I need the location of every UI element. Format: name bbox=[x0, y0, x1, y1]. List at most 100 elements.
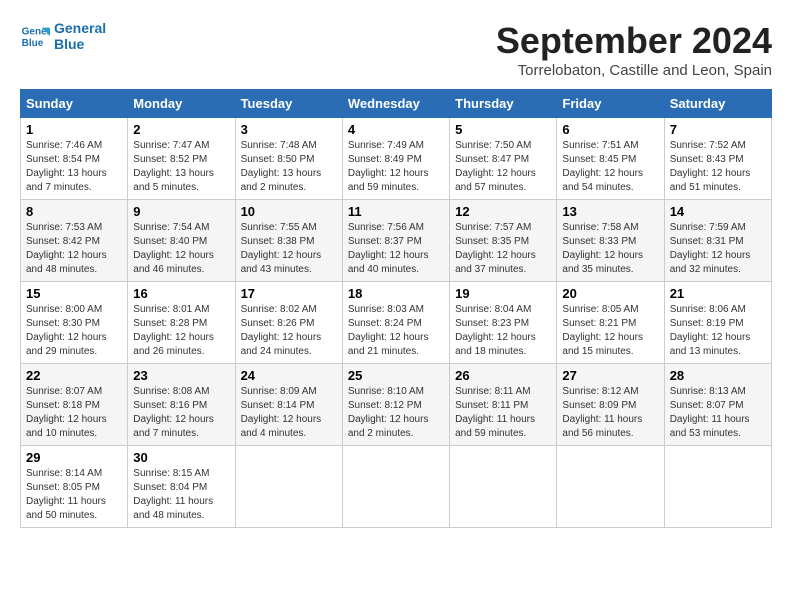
day-number: 25 bbox=[348, 368, 444, 383]
month-title: September 2024 bbox=[496, 20, 772, 62]
day-number: 28 bbox=[670, 368, 766, 383]
day-number: 15 bbox=[26, 286, 122, 301]
day-info: Sunrise: 7:50 AM Sunset: 8:47 PM Dayligh… bbox=[455, 139, 551, 195]
day-number: 19 bbox=[455, 286, 551, 301]
day-number: 18 bbox=[348, 286, 444, 301]
table-row bbox=[342, 446, 449, 528]
table-row: 5 Sunrise: 7:50 AM Sunset: 8:47 PM Dayli… bbox=[450, 118, 557, 200]
day-number: 11 bbox=[348, 204, 444, 219]
table-row: 27 Sunrise: 8:12 AM Sunset: 8:09 PM Dayl… bbox=[557, 364, 664, 446]
day-info: Sunrise: 7:59 AM Sunset: 8:31 PM Dayligh… bbox=[670, 221, 766, 277]
col-header-thursday: Thursday bbox=[450, 90, 557, 118]
day-number: 8 bbox=[26, 204, 122, 219]
table-row: 30 Sunrise: 8:15 AM Sunset: 8:04 PM Dayl… bbox=[128, 446, 235, 528]
table-row: 7 Sunrise: 7:52 AM Sunset: 8:43 PM Dayli… bbox=[664, 118, 771, 200]
day-info: Sunrise: 8:05 AM Sunset: 8:21 PM Dayligh… bbox=[562, 303, 658, 359]
day-number: 4 bbox=[348, 122, 444, 137]
day-info: Sunrise: 8:15 AM Sunset: 8:04 PM Dayligh… bbox=[133, 467, 229, 523]
table-row: 20 Sunrise: 8:05 AM Sunset: 8:21 PM Dayl… bbox=[557, 282, 664, 364]
col-header-monday: Monday bbox=[128, 90, 235, 118]
day-info: Sunrise: 8:14 AM Sunset: 8:05 PM Dayligh… bbox=[26, 467, 122, 523]
day-info: Sunrise: 7:58 AM Sunset: 8:33 PM Dayligh… bbox=[562, 221, 658, 277]
day-info: Sunrise: 8:09 AM Sunset: 8:14 PM Dayligh… bbox=[241, 385, 337, 441]
day-info: Sunrise: 7:46 AM Sunset: 8:54 PM Dayligh… bbox=[26, 139, 122, 195]
table-row: 22 Sunrise: 8:07 AM Sunset: 8:18 PM Dayl… bbox=[21, 364, 128, 446]
table-row: 28 Sunrise: 8:13 AM Sunset: 8:07 PM Dayl… bbox=[664, 364, 771, 446]
day-number: 3 bbox=[241, 122, 337, 137]
day-info: Sunrise: 8:12 AM Sunset: 8:09 PM Dayligh… bbox=[562, 385, 658, 441]
table-row: 8 Sunrise: 7:53 AM Sunset: 8:42 PM Dayli… bbox=[21, 200, 128, 282]
day-number: 20 bbox=[562, 286, 658, 301]
day-number: 5 bbox=[455, 122, 551, 137]
day-number: 7 bbox=[670, 122, 766, 137]
day-number: 24 bbox=[241, 368, 337, 383]
logo-line1: General bbox=[54, 20, 106, 36]
day-info: Sunrise: 8:04 AM Sunset: 8:23 PM Dayligh… bbox=[455, 303, 551, 359]
table-row bbox=[235, 446, 342, 528]
day-info: Sunrise: 7:55 AM Sunset: 8:38 PM Dayligh… bbox=[241, 221, 337, 277]
day-number: 29 bbox=[26, 450, 122, 465]
day-info: Sunrise: 8:03 AM Sunset: 8:24 PM Dayligh… bbox=[348, 303, 444, 359]
day-number: 27 bbox=[562, 368, 658, 383]
table-row: 10 Sunrise: 7:55 AM Sunset: 8:38 PM Dayl… bbox=[235, 200, 342, 282]
day-info: Sunrise: 8:01 AM Sunset: 8:28 PM Dayligh… bbox=[133, 303, 229, 359]
day-number: 22 bbox=[26, 368, 122, 383]
day-info: Sunrise: 7:54 AM Sunset: 8:40 PM Dayligh… bbox=[133, 221, 229, 277]
day-number: 13 bbox=[562, 204, 658, 219]
table-row: 15 Sunrise: 8:00 AM Sunset: 8:30 PM Dayl… bbox=[21, 282, 128, 364]
table-row bbox=[664, 446, 771, 528]
day-info: Sunrise: 8:11 AM Sunset: 8:11 PM Dayligh… bbox=[455, 385, 551, 441]
day-number: 23 bbox=[133, 368, 229, 383]
day-info: Sunrise: 7:52 AM Sunset: 8:43 PM Dayligh… bbox=[670, 139, 766, 195]
table-row: 29 Sunrise: 8:14 AM Sunset: 8:05 PM Dayl… bbox=[21, 446, 128, 528]
table-row: 19 Sunrise: 8:04 AM Sunset: 8:23 PM Dayl… bbox=[450, 282, 557, 364]
table-row bbox=[557, 446, 664, 528]
table-row: 4 Sunrise: 7:49 AM Sunset: 8:49 PM Dayli… bbox=[342, 118, 449, 200]
day-info: Sunrise: 8:00 AM Sunset: 8:30 PM Dayligh… bbox=[26, 303, 122, 359]
day-info: Sunrise: 8:07 AM Sunset: 8:18 PM Dayligh… bbox=[26, 385, 122, 441]
day-info: Sunrise: 8:06 AM Sunset: 8:19 PM Dayligh… bbox=[670, 303, 766, 359]
col-header-sunday: Sunday bbox=[21, 90, 128, 118]
day-number: 6 bbox=[562, 122, 658, 137]
day-number: 10 bbox=[241, 204, 337, 219]
table-row: 25 Sunrise: 8:10 AM Sunset: 8:12 PM Dayl… bbox=[342, 364, 449, 446]
day-info: Sunrise: 8:13 AM Sunset: 8:07 PM Dayligh… bbox=[670, 385, 766, 441]
table-row: 13 Sunrise: 7:58 AM Sunset: 8:33 PM Dayl… bbox=[557, 200, 664, 282]
day-number: 21 bbox=[670, 286, 766, 301]
day-number: 17 bbox=[241, 286, 337, 301]
table-row: 9 Sunrise: 7:54 AM Sunset: 8:40 PM Dayli… bbox=[128, 200, 235, 282]
day-number: 26 bbox=[455, 368, 551, 383]
table-row: 11 Sunrise: 7:56 AM Sunset: 8:37 PM Dayl… bbox=[342, 200, 449, 282]
table-row: 1 Sunrise: 7:46 AM Sunset: 8:54 PM Dayli… bbox=[21, 118, 128, 200]
day-info: Sunrise: 7:57 AM Sunset: 8:35 PM Dayligh… bbox=[455, 221, 551, 277]
table-row: 21 Sunrise: 8:06 AM Sunset: 8:19 PM Dayl… bbox=[664, 282, 771, 364]
table-row: 24 Sunrise: 8:09 AM Sunset: 8:14 PM Dayl… bbox=[235, 364, 342, 446]
day-info: Sunrise: 7:56 AM Sunset: 8:37 PM Dayligh… bbox=[348, 221, 444, 277]
table-row: 23 Sunrise: 8:08 AM Sunset: 8:16 PM Dayl… bbox=[128, 364, 235, 446]
day-info: Sunrise: 8:02 AM Sunset: 8:26 PM Dayligh… bbox=[241, 303, 337, 359]
day-info: Sunrise: 7:48 AM Sunset: 8:50 PM Dayligh… bbox=[241, 139, 337, 195]
title-block: September 2024 Torrelobaton, Castille an… bbox=[496, 20, 772, 79]
table-row: 14 Sunrise: 7:59 AM Sunset: 8:31 PM Dayl… bbox=[664, 200, 771, 282]
day-number: 12 bbox=[455, 204, 551, 219]
table-row: 12 Sunrise: 7:57 AM Sunset: 8:35 PM Dayl… bbox=[450, 200, 557, 282]
day-info: Sunrise: 7:47 AM Sunset: 8:52 PM Dayligh… bbox=[133, 139, 229, 195]
day-number: 16 bbox=[133, 286, 229, 301]
table-row: 3 Sunrise: 7:48 AM Sunset: 8:50 PM Dayli… bbox=[235, 118, 342, 200]
day-number: 9 bbox=[133, 204, 229, 219]
col-header-saturday: Saturday bbox=[664, 90, 771, 118]
day-info: Sunrise: 7:53 AM Sunset: 8:42 PM Dayligh… bbox=[26, 221, 122, 277]
table-row bbox=[450, 446, 557, 528]
day-info: Sunrise: 7:51 AM Sunset: 8:45 PM Dayligh… bbox=[562, 139, 658, 195]
day-number: 2 bbox=[133, 122, 229, 137]
table-row: 18 Sunrise: 8:03 AM Sunset: 8:24 PM Dayl… bbox=[342, 282, 449, 364]
day-info: Sunrise: 7:49 AM Sunset: 8:49 PM Dayligh… bbox=[348, 139, 444, 195]
day-info: Sunrise: 8:08 AM Sunset: 8:16 PM Dayligh… bbox=[133, 385, 229, 441]
logo: General Blue General Blue bbox=[20, 20, 106, 52]
col-header-friday: Friday bbox=[557, 90, 664, 118]
table-row: 17 Sunrise: 8:02 AM Sunset: 8:26 PM Dayl… bbox=[235, 282, 342, 364]
col-header-tuesday: Tuesday bbox=[235, 90, 342, 118]
day-number: 30 bbox=[133, 450, 229, 465]
svg-text:Blue: Blue bbox=[22, 38, 44, 49]
table-row: 6 Sunrise: 7:51 AM Sunset: 8:45 PM Dayli… bbox=[557, 118, 664, 200]
